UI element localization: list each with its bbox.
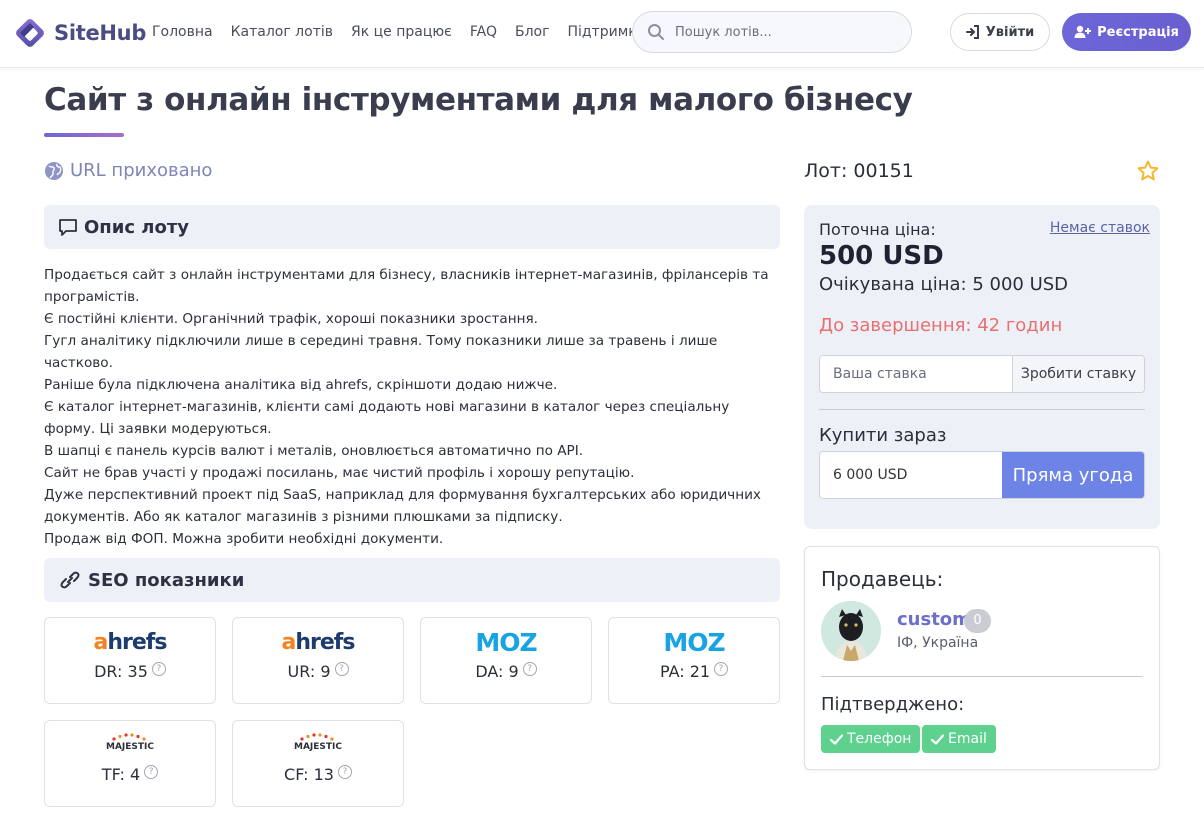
place-bid-button[interactable]: Зробити ставку — [1012, 356, 1144, 392]
help-icon[interactable]: ? — [714, 662, 729, 676]
expected-price: Очікувана ціна: 5 000 USD — [819, 274, 1069, 295]
logo-text: SiteHub — [54, 21, 147, 45]
main-nav: Головна Каталог лотів Як це працює FAQ Б… — [152, 22, 663, 42]
seo-header: SEO показники — [44, 558, 780, 602]
metric-value: CF: 13? — [233, 765, 403, 784]
buy-now-price-field[interactable] — [820, 452, 1002, 498]
description-paragraph: Сайт не брав участі у продажі посилань, … — [44, 465, 635, 481]
nav-catalog[interactable]: Каталог лотів — [231, 22, 333, 42]
moz-logo: MOZ — [475, 628, 537, 657]
description-paragraph: Дуже перспективний проект під SaaS, напр… — [44, 487, 761, 525]
login-label: Увійти — [985, 24, 1035, 40]
description-heading: Опис лоту — [84, 216, 190, 238]
lot-description: Продається сайт з онлайн інструментами д… — [44, 264, 784, 550]
divider — [819, 409, 1145, 410]
description-paragraph: Раніше була підключена аналітика від ahr… — [44, 377, 558, 393]
link-icon — [60, 571, 80, 589]
no-bids-link[interactable]: Немає ставок — [1050, 220, 1150, 236]
lot-number: Лот: 00151 — [804, 160, 914, 182]
metric-card-da: MOZ DA: 9? — [420, 617, 592, 704]
bid-panel: Поточна ціна: Немає ставок 500 USD Очіку… — [804, 205, 1160, 529]
buy-now-label: Купити зараз — [819, 425, 947, 446]
metric-value: DR: 35? — [45, 662, 215, 681]
check-icon — [931, 733, 944, 745]
buy-now-form: Пряма угода — [819, 451, 1145, 499]
login-button[interactable]: Увійти — [950, 13, 1050, 51]
favorite-star-icon[interactable] — [1136, 159, 1160, 183]
description-header: Опис лоту — [44, 205, 780, 249]
current-price: 500 USD — [819, 241, 944, 271]
comment-icon — [59, 219, 77, 236]
nav-home[interactable]: Головна — [152, 22, 213, 42]
metric-card-cf: MAJESTIC CF: 13? — [232, 720, 404, 807]
ahrefs-logo: ahrefs — [281, 630, 356, 655]
ahrefs-logo: ahrefs — [93, 630, 168, 655]
seller-card: Продавець: custom 0 ІФ, Україна Підтверд… — [804, 546, 1160, 770]
help-icon[interactable]: ? — [151, 662, 166, 676]
page-title: Сайт з онлайн інструментами для малого б… — [44, 82, 913, 118]
top-navigation-bar: SiteHub Головна Каталог лотів Як це прац… — [0, 0, 1204, 68]
description-paragraph: Гугл аналітику підключили лише в середин… — [44, 333, 718, 371]
description-paragraph: В шапці є панель курсів валют і металів,… — [44, 443, 584, 459]
direct-deal-button[interactable]: Пряма угода — [1002, 452, 1144, 498]
bid-form: Зробити ставку — [819, 355, 1145, 393]
seller-name-link[interactable]: custom — [897, 609, 971, 630]
globe-icon — [45, 161, 63, 180]
metric-card-dr: ahrefs DR: 35? — [44, 617, 216, 704]
bid-input[interactable] — [820, 356, 1012, 392]
register-button[interactable]: Реєстрація — [1062, 13, 1191, 51]
seo-heading: SEO показники — [88, 569, 245, 591]
metric-value: UR: 9? — [233, 662, 403, 681]
title-underline — [44, 133, 124, 137]
help-icon[interactable]: ? — [334, 662, 349, 676]
search-box — [632, 11, 912, 53]
search-icon — [648, 24, 664, 40]
verified-phone-badge: Телефон — [821, 725, 921, 753]
nav-blog[interactable]: Блог — [515, 22, 549, 42]
divider — [821, 676, 1143, 677]
help-icon[interactable]: ? — [522, 662, 537, 676]
metric-value: PA: 21? — [609, 662, 779, 681]
sitehub-logo[interactable]: SiteHub — [12, 14, 146, 52]
description-paragraph: Є каталог інтернет-магазинів, клієнти са… — [44, 399, 730, 437]
user-plus-icon — [1074, 25, 1092, 38]
check-icon — [830, 733, 843, 745]
metric-value: DA: 9? — [421, 662, 591, 681]
description-paragraph: Продаж від ФОП. Можна зробити необхідні … — [44, 531, 444, 547]
nav-how-it-works[interactable]: Як це працює — [351, 22, 452, 42]
description-paragraph: Є постійні клієнти. Органічний трафік, х… — [44, 311, 539, 327]
url-hidden-text: URL приховано — [70, 160, 213, 181]
help-icon[interactable]: ? — [144, 765, 159, 779]
majestic-logo: MAJESTIC — [233, 733, 403, 759]
logo-icon — [16, 19, 44, 47]
search-input[interactable] — [675, 24, 895, 40]
seller-title: Продавець: — [821, 567, 944, 591]
verified-email-badge: Email — [922, 725, 996, 753]
current-price-label: Поточна ціна: — [819, 220, 936, 239]
metric-value: TF: 4? — [45, 765, 215, 784]
seller-location: ІФ, Україна — [897, 635, 979, 651]
nav-faq[interactable]: FAQ — [470, 22, 497, 42]
description-paragraph: Продається сайт з онлайн інструментами д… — [44, 267, 769, 305]
majestic-logo: MAJESTIC — [45, 733, 215, 759]
url-hidden-note: URL приховано — [44, 160, 212, 181]
avatar[interactable] — [821, 601, 881, 661]
sign-in-icon — [965, 25, 979, 39]
moz-logo: MOZ — [663, 628, 725, 657]
metric-card-pa: MOZ PA: 21? — [608, 617, 780, 704]
metric-card-tf: MAJESTIC TF: 4? — [44, 720, 216, 807]
metric-card-ur: ahrefs UR: 9? — [232, 617, 404, 704]
register-label: Реєстрація — [1097, 24, 1179, 40]
verified-title: Підтверджено: — [821, 694, 965, 715]
help-icon[interactable]: ? — [337, 765, 352, 779]
time-remaining: До завершення: 42 годин — [819, 315, 1063, 336]
seller-deals-count: 0 — [964, 609, 991, 633]
